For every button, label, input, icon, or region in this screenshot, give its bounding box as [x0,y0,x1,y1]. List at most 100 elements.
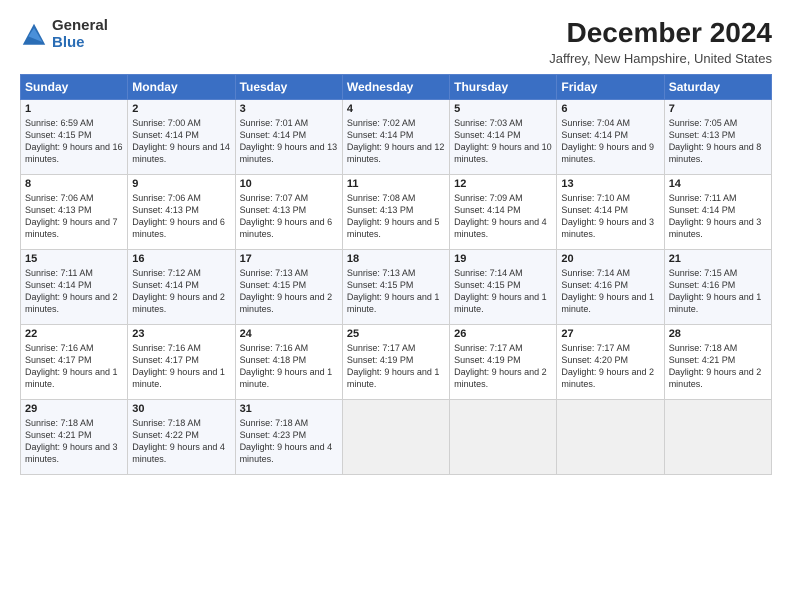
day-number: 11 [347,178,445,190]
day-info: Sunrise: 7:13 AMSunset: 4:15 PMDaylight:… [347,268,440,314]
calendar-cell: 8 Sunrise: 7:06 AMSunset: 4:13 PMDaylight… [21,174,128,249]
calendar-cell [557,399,664,474]
day-info: Sunrise: 7:01 AMSunset: 4:14 PMDaylight:… [240,118,338,164]
day-number: 25 [347,328,445,340]
week-row-1: 1 Sunrise: 6:59 AMSunset: 4:15 PMDaylight… [21,99,772,174]
day-number: 2 [132,103,230,115]
day-number: 5 [454,103,552,115]
day-info: Sunrise: 7:00 AMSunset: 4:14 PMDaylight:… [132,118,230,164]
day-number: 7 [669,103,767,115]
day-info: Sunrise: 7:17 AMSunset: 4:19 PMDaylight:… [454,343,547,389]
week-row-3: 15Sunrise: 7:11 AMSunset: 4:14 PMDayligh… [21,249,772,324]
day-info: Sunrise: 7:12 AMSunset: 4:14 PMDaylight:… [132,268,225,314]
calendar-cell: 1 Sunrise: 6:59 AMSunset: 4:15 PMDaylight… [21,99,128,174]
header-row: Sunday Monday Tuesday Wednesday Thursday… [21,74,772,99]
day-number: 21 [669,253,767,265]
day-number: 13 [561,178,659,190]
day-info: Sunrise: 7:14 AMSunset: 4:16 PMDaylight:… [561,268,654,314]
logo-general: General [52,18,108,35]
page-header: General Blue December 2024 Jaffrey, New … [20,18,772,66]
header-monday: Monday [128,74,235,99]
day-info: Sunrise: 6:59 AMSunset: 4:15 PMDaylight:… [25,118,123,164]
day-info: Sunrise: 7:16 AMSunset: 4:17 PMDaylight:… [25,343,118,389]
day-info: Sunrise: 7:18 AMSunset: 4:21 PMDaylight:… [25,418,118,464]
day-number: 27 [561,328,659,340]
day-number: 3 [240,103,338,115]
day-number: 16 [132,253,230,265]
day-number: 22 [25,328,123,340]
calendar-cell: 7 Sunrise: 7:05 AMSunset: 4:13 PMDaylight… [664,99,771,174]
calendar-cell: 21 Sunrise: 7:15 AMSunset: 4:16 PMDayligh… [664,249,771,324]
calendar-cell: 18 Sunrise: 7:13 AMSunset: 4:15 PMDayligh… [342,249,449,324]
calendar-cell: 6 Sunrise: 7:04 AMSunset: 4:14 PMDaylight… [557,99,664,174]
day-info: Sunrise: 7:16 AMSunset: 4:18 PMDaylight:… [240,343,333,389]
calendar-cell [342,399,449,474]
day-number: 24 [240,328,338,340]
calendar-cell: 15Sunrise: 7:11 AMSunset: 4:14 PMDayligh… [21,249,128,324]
calendar-cell: 27Sunrise: 7:17 AMSunset: 4:20 PMDayligh… [557,324,664,399]
logo-icon [20,21,48,49]
calendar-cell: 23 Sunrise: 7:16 AMSunset: 4:17 PMDayligh… [128,324,235,399]
calendar-body: 1 Sunrise: 6:59 AMSunset: 4:15 PMDaylight… [21,99,772,474]
day-number: 6 [561,103,659,115]
day-number: 23 [132,328,230,340]
day-info: Sunrise: 7:10 AMSunset: 4:14 PMDaylight:… [561,193,654,239]
day-number: 20 [561,253,659,265]
calendar-cell: 24 Sunrise: 7:16 AMSunset: 4:18 PMDayligh… [235,324,342,399]
calendar-header: Sunday Monday Tuesday Wednesday Thursday… [21,74,772,99]
day-info: Sunrise: 7:03 AMSunset: 4:14 PMDaylight:… [454,118,552,164]
day-number: 9 [132,178,230,190]
day-number: 19 [454,253,552,265]
day-info: Sunrise: 7:17 AMSunset: 4:19 PMDaylight:… [347,343,440,389]
day-info: Sunrise: 7:13 AMSunset: 4:15 PMDaylight:… [240,268,333,314]
calendar-cell: 2 Sunrise: 7:00 AMSunset: 4:14 PMDaylight… [128,99,235,174]
logo-text: General Blue [52,18,108,51]
day-info: Sunrise: 7:05 AMSunset: 4:13 PMDaylight:… [669,118,762,164]
calendar-cell: 5 Sunrise: 7:03 AMSunset: 4:14 PMDaylight… [450,99,557,174]
calendar-table: Sunday Monday Tuesday Wednesday Thursday… [20,74,772,475]
day-info: Sunrise: 7:07 AMSunset: 4:13 PMDaylight:… [240,193,333,239]
day-number: 28 [669,328,767,340]
calendar-cell: 31Sunrise: 7:18 AMSunset: 4:23 PMDayligh… [235,399,342,474]
calendar-cell: 11 Sunrise: 7:08 AMSunset: 4:13 PMDayligh… [342,174,449,249]
day-number: 10 [240,178,338,190]
logo-blue: Blue [52,35,108,52]
day-number: 4 [347,103,445,115]
day-info: Sunrise: 7:06 AMSunset: 4:13 PMDaylight:… [25,193,118,239]
calendar-cell: 28 Sunrise: 7:18 AMSunset: 4:21 PMDayligh… [664,324,771,399]
day-number: 30 [132,403,230,415]
calendar-cell: 30Sunrise: 7:18 AMSunset: 4:22 PMDayligh… [128,399,235,474]
day-number: 8 [25,178,123,190]
header-tuesday: Tuesday [235,74,342,99]
day-info: Sunrise: 7:14 AMSunset: 4:15 PMDaylight:… [454,268,547,314]
calendar-cell: 26 Sunrise: 7:17 AMSunset: 4:19 PMDayligh… [450,324,557,399]
day-number: 14 [669,178,767,190]
calendar-cell: 10 Sunrise: 7:07 AMSunset: 4:13 PMDayligh… [235,174,342,249]
day-number: 12 [454,178,552,190]
calendar-cell: 22 Sunrise: 7:16 AMSunset: 4:17 PMDayligh… [21,324,128,399]
calendar-cell: 16 Sunrise: 7:12 AMSunset: 4:14 PMDayligh… [128,249,235,324]
header-thursday: Thursday [450,74,557,99]
calendar-cell: 20 Sunrise: 7:14 AMSunset: 4:16 PMDayligh… [557,249,664,324]
day-number: 15 [25,253,123,265]
week-row-4: 22 Sunrise: 7:16 AMSunset: 4:17 PMDayligh… [21,324,772,399]
day-info: Sunrise: 7:09 AMSunset: 4:14 PMDaylight:… [454,193,547,239]
calendar-cell [450,399,557,474]
header-friday: Friday [557,74,664,99]
day-info: Sunrise: 7:18 AMSunset: 4:21 PMDaylight:… [669,343,762,389]
calendar-cell: 3 Sunrise: 7:01 AMSunset: 4:14 PMDaylight… [235,99,342,174]
day-number: 1 [25,103,123,115]
header-saturday: Saturday [664,74,771,99]
day-number: 18 [347,253,445,265]
day-info: Sunrise: 7:11 AMSunset: 4:14 PMDaylight:… [669,193,762,239]
calendar-cell: 19 Sunrise: 7:14 AMSunset: 4:15 PMDayligh… [450,249,557,324]
day-info: Sunrise: 7:04 AMSunset: 4:14 PMDaylight:… [561,118,654,164]
day-number: 31 [240,403,338,415]
day-info: Sunrise: 7:15 AMSunset: 4:16 PMDaylight:… [669,268,762,314]
day-number: 26 [454,328,552,340]
day-info: Sunrise: 7:08 AMSunset: 4:13 PMDaylight:… [347,193,440,239]
calendar-cell [664,399,771,474]
day-info: Sunrise: 7:16 AMSunset: 4:17 PMDaylight:… [132,343,225,389]
month-title: December 2024 [549,18,772,49]
calendar-cell: 13 Sunrise: 7:10 AMSunset: 4:14 PMDayligh… [557,174,664,249]
